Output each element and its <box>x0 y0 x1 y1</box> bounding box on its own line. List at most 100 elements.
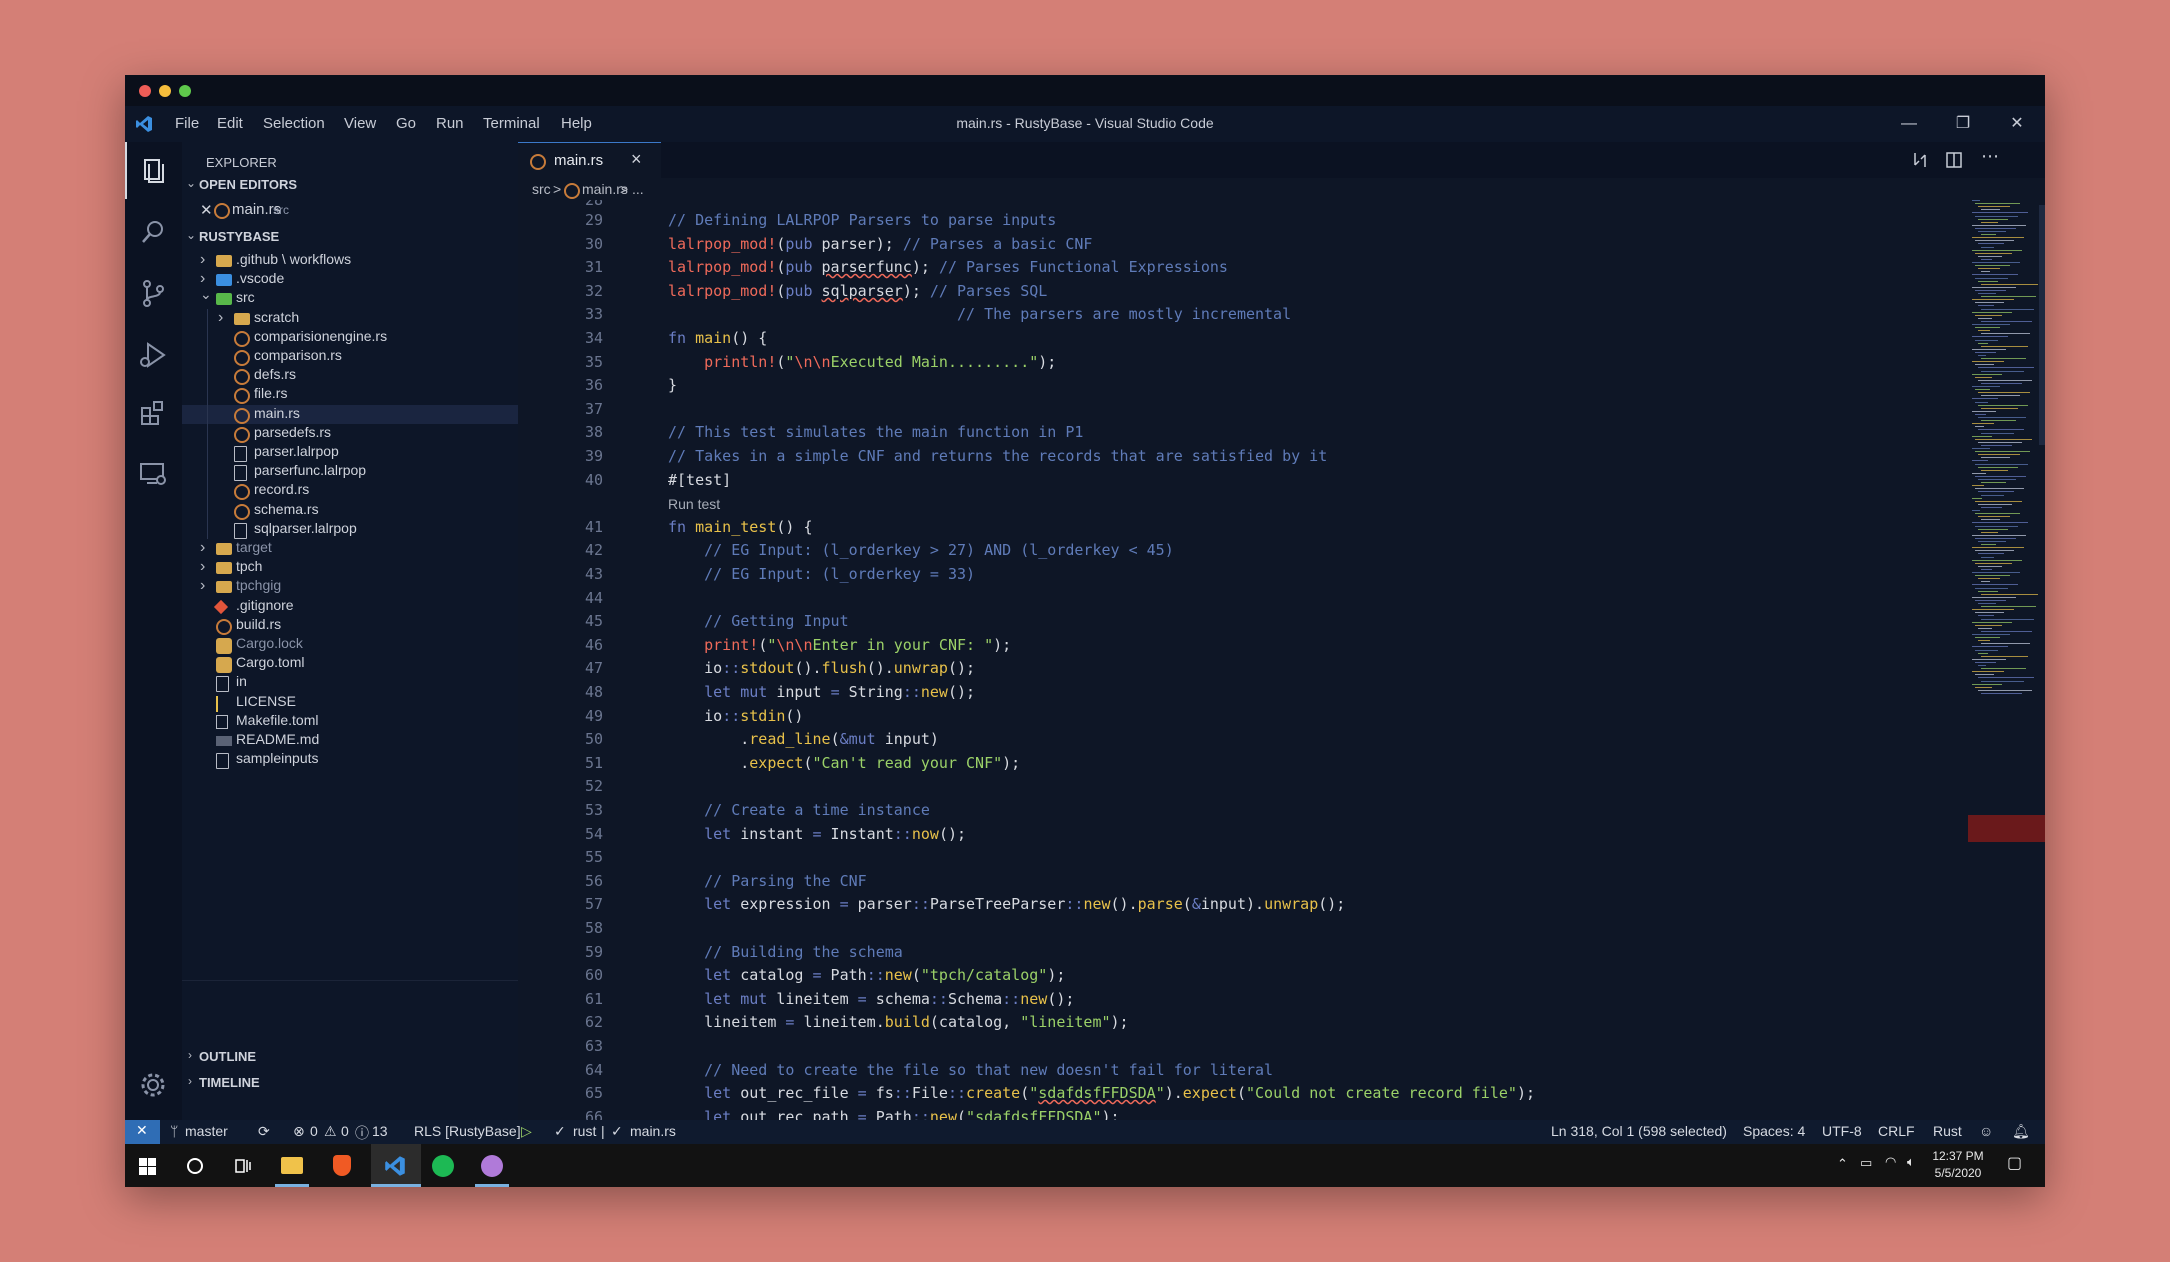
cursor-position[interactable]: Ln 318, Col 1 (598 selected) <box>1551 1123 1727 1139</box>
tree-item[interactable]: › target <box>182 539 518 558</box>
close-icon[interactable]: ✕ <box>2002 112 2032 136</box>
minimap-line <box>1975 500 2022 502</box>
battery-icon[interactable]: ▭ <box>1860 1155 1872 1171</box>
tab-main-rs[interactable]: main.rs × <box>518 142 661 179</box>
project-header[interactable]: ⌄ RUSTYBASE <box>182 224 518 250</box>
tree-item[interactable]: › tpchgig <box>182 577 518 596</box>
git-branch[interactable]: master <box>185 1123 228 1139</box>
open-changes-icon[interactable] <box>1911 151 1929 169</box>
source-control-icon[interactable] <box>136 276 170 310</box>
tree-item[interactable]: Makefile.toml <box>182 712 518 731</box>
check-icon: ✓ <box>554 1123 566 1139</box>
tree-item[interactable]: build.rs <box>182 616 518 635</box>
language-mode[interactable]: Rust <box>1933 1123 1962 1139</box>
rls-status[interactable]: RLS [RustyBase] <box>414 1123 521 1139</box>
sync-icon[interactable]: ⟳ <box>258 1123 270 1140</box>
minimize-icon[interactable]: — <box>1894 112 1924 136</box>
more-actions-icon[interactable]: ⋯ <box>1981 146 1999 167</box>
rust-status[interactable]: rust <box>573 1123 596 1139</box>
minimap-line <box>1975 488 2024 490</box>
tree-item[interactable]: schema.rs <box>182 501 518 520</box>
tree-item[interactable]: main.rs <box>182 404 518 424</box>
remote-indicator[interactable]: ✕ <box>125 1120 160 1144</box>
warning-count[interactable]: 0 <box>341 1123 349 1139</box>
file-explorer-icon[interactable] <box>281 1157 303 1174</box>
tree-item[interactable]: Cargo.lock <box>182 635 518 654</box>
volume-icon[interactable]: 🔈︎ <box>1907 1154 1915 1170</box>
error-count[interactable]: 0 <box>310 1123 318 1139</box>
open-editor-main-rs[interactable]: ✕ main.rs src <box>182 198 518 224</box>
search-icon[interactable] <box>136 216 170 250</box>
notifications-icon[interactable]: ▢ <box>2007 1153 2022 1173</box>
tree-item[interactable]: parsedefs.rs <box>182 424 518 443</box>
remote-explorer-icon[interactable] <box>136 456 170 490</box>
line-ending[interactable]: CRLF <box>1878 1123 1915 1139</box>
split-editor-icon[interactable] <box>1945 151 1963 169</box>
breadcrumb-more[interactable]: ... <box>632 181 644 197</box>
outline-header[interactable]: › OUTLINE <box>182 1044 518 1070</box>
tab-close-icon[interactable]: × <box>631 149 642 170</box>
tree-item[interactable]: LICENSE <box>182 693 518 712</box>
windows-taskbar: ⌃ ▭ ◠ 🔈︎ 12:37 PM 5/5/2020 ▢ <box>125 1144 2045 1187</box>
minimize-dot[interactable] <box>159 85 171 97</box>
scrollbar[interactable] <box>2039 205 2045 445</box>
close-dot[interactable] <box>139 85 151 97</box>
tree-item[interactable]: comparisionengine.rs <box>182 328 518 347</box>
tree-item[interactable]: parser.lalrpop <box>182 443 518 462</box>
tree-item[interactable]: parserfunc.lalrpop <box>182 462 518 482</box>
clock[interactable]: 12:37 PM 5/5/2020 <box>1928 1148 1988 1182</box>
maximize-dot[interactable] <box>179 85 191 97</box>
tree-item[interactable]: Cargo.toml <box>182 654 518 674</box>
brave-browser-icon[interactable] <box>333 1155 351 1176</box>
info-count[interactable]: 13 <box>372 1123 388 1139</box>
timeline-header[interactable]: › TIMELINE <box>182 1070 518 1096</box>
code-line: // Building the schema <box>704 942 903 961</box>
spotify-icon[interactable] <box>432 1155 454 1177</box>
file-status[interactable]: main.rs <box>630 1123 676 1139</box>
windows-start-icon[interactable] <box>139 1158 156 1175</box>
wifi-icon[interactable]: ◠ <box>1885 1154 1896 1170</box>
tree-item[interactable]: record.rs <box>182 481 518 501</box>
run-debug-icon[interactable] <box>136 338 170 372</box>
minimap[interactable] <box>1968 200 2045 1010</box>
settings-gear-icon[interactable] <box>136 1068 170 1102</box>
tree-item[interactable]: › .vscode <box>182 270 518 289</box>
extensions-icon[interactable] <box>136 396 170 430</box>
tree-item[interactable]: .gitignore <box>182 597 518 616</box>
line-number: 43 <box>584 565 603 583</box>
tree-item[interactable]: defs.rs <box>182 366 518 386</box>
tree-item[interactable]: sqlparser.lalrpop <box>182 520 518 539</box>
minimap-line <box>1972 373 2002 375</box>
tree-item[interactable]: file.rs <box>182 385 518 405</box>
run-icon[interactable]: ▷ <box>521 1123 532 1140</box>
minimap-line <box>1978 429 2024 431</box>
tree-item[interactable]: › .github \ workflows <box>182 251 518 270</box>
vscode-taskbar-icon[interactable] <box>384 1155 406 1177</box>
close-editor-icon[interactable]: ✕ <box>200 201 213 219</box>
task-view-icon[interactable] <box>234 1157 252 1175</box>
feedback-icon[interactable]: ☺ <box>1979 1123 1993 1139</box>
breadcrumb-folder[interactable]: src <box>532 181 551 197</box>
indentation[interactable]: Spaces: 4 <box>1743 1123 1805 1139</box>
run-test-codelens[interactable]: Run test <box>668 496 720 512</box>
tray-chevron-icon[interactable]: ⌃ <box>1837 1156 1848 1172</box>
tree-item[interactable]: sampleinputs <box>182 750 518 770</box>
tree-item[interactable]: README.md <box>182 731 518 750</box>
encoding[interactable]: UTF-8 <box>1822 1123 1862 1139</box>
tree-item[interactable]: in <box>182 673 518 693</box>
bell-icon[interactable]: 🔔︎ <box>2012 1123 2030 1140</box>
restore-icon[interactable]: ❐ <box>1948 112 1978 136</box>
line-number: 35 <box>584 352 603 371</box>
tree-item[interactable]: comparison.rs <box>182 347 518 366</box>
tree-item[interactable]: › scratch <box>182 309 518 328</box>
file-icon <box>234 446 247 462</box>
status-bar: ✕ ᛘ master ⟳ ⊗ 0 ⚠ 0 ⓘ 13 RLS [RustyBase… <box>125 1120 2045 1144</box>
tree-item[interactable]: › tpch <box>182 558 518 577</box>
open-editors-header[interactable]: ⌄ OPEN EDITORS <box>182 172 518 198</box>
code-editor[interactable]: 28 29 // Defining LALRPOP Parsers to pars… <box>518 200 1968 1120</box>
tree-item[interactable]: ⌄ src <box>182 286 518 308</box>
app-icon[interactable] <box>481 1155 503 1177</box>
search-circle-icon[interactable] <box>186 1157 204 1175</box>
minimap-line <box>1978 317 1992 319</box>
explorer-icon[interactable] <box>136 154 170 188</box>
